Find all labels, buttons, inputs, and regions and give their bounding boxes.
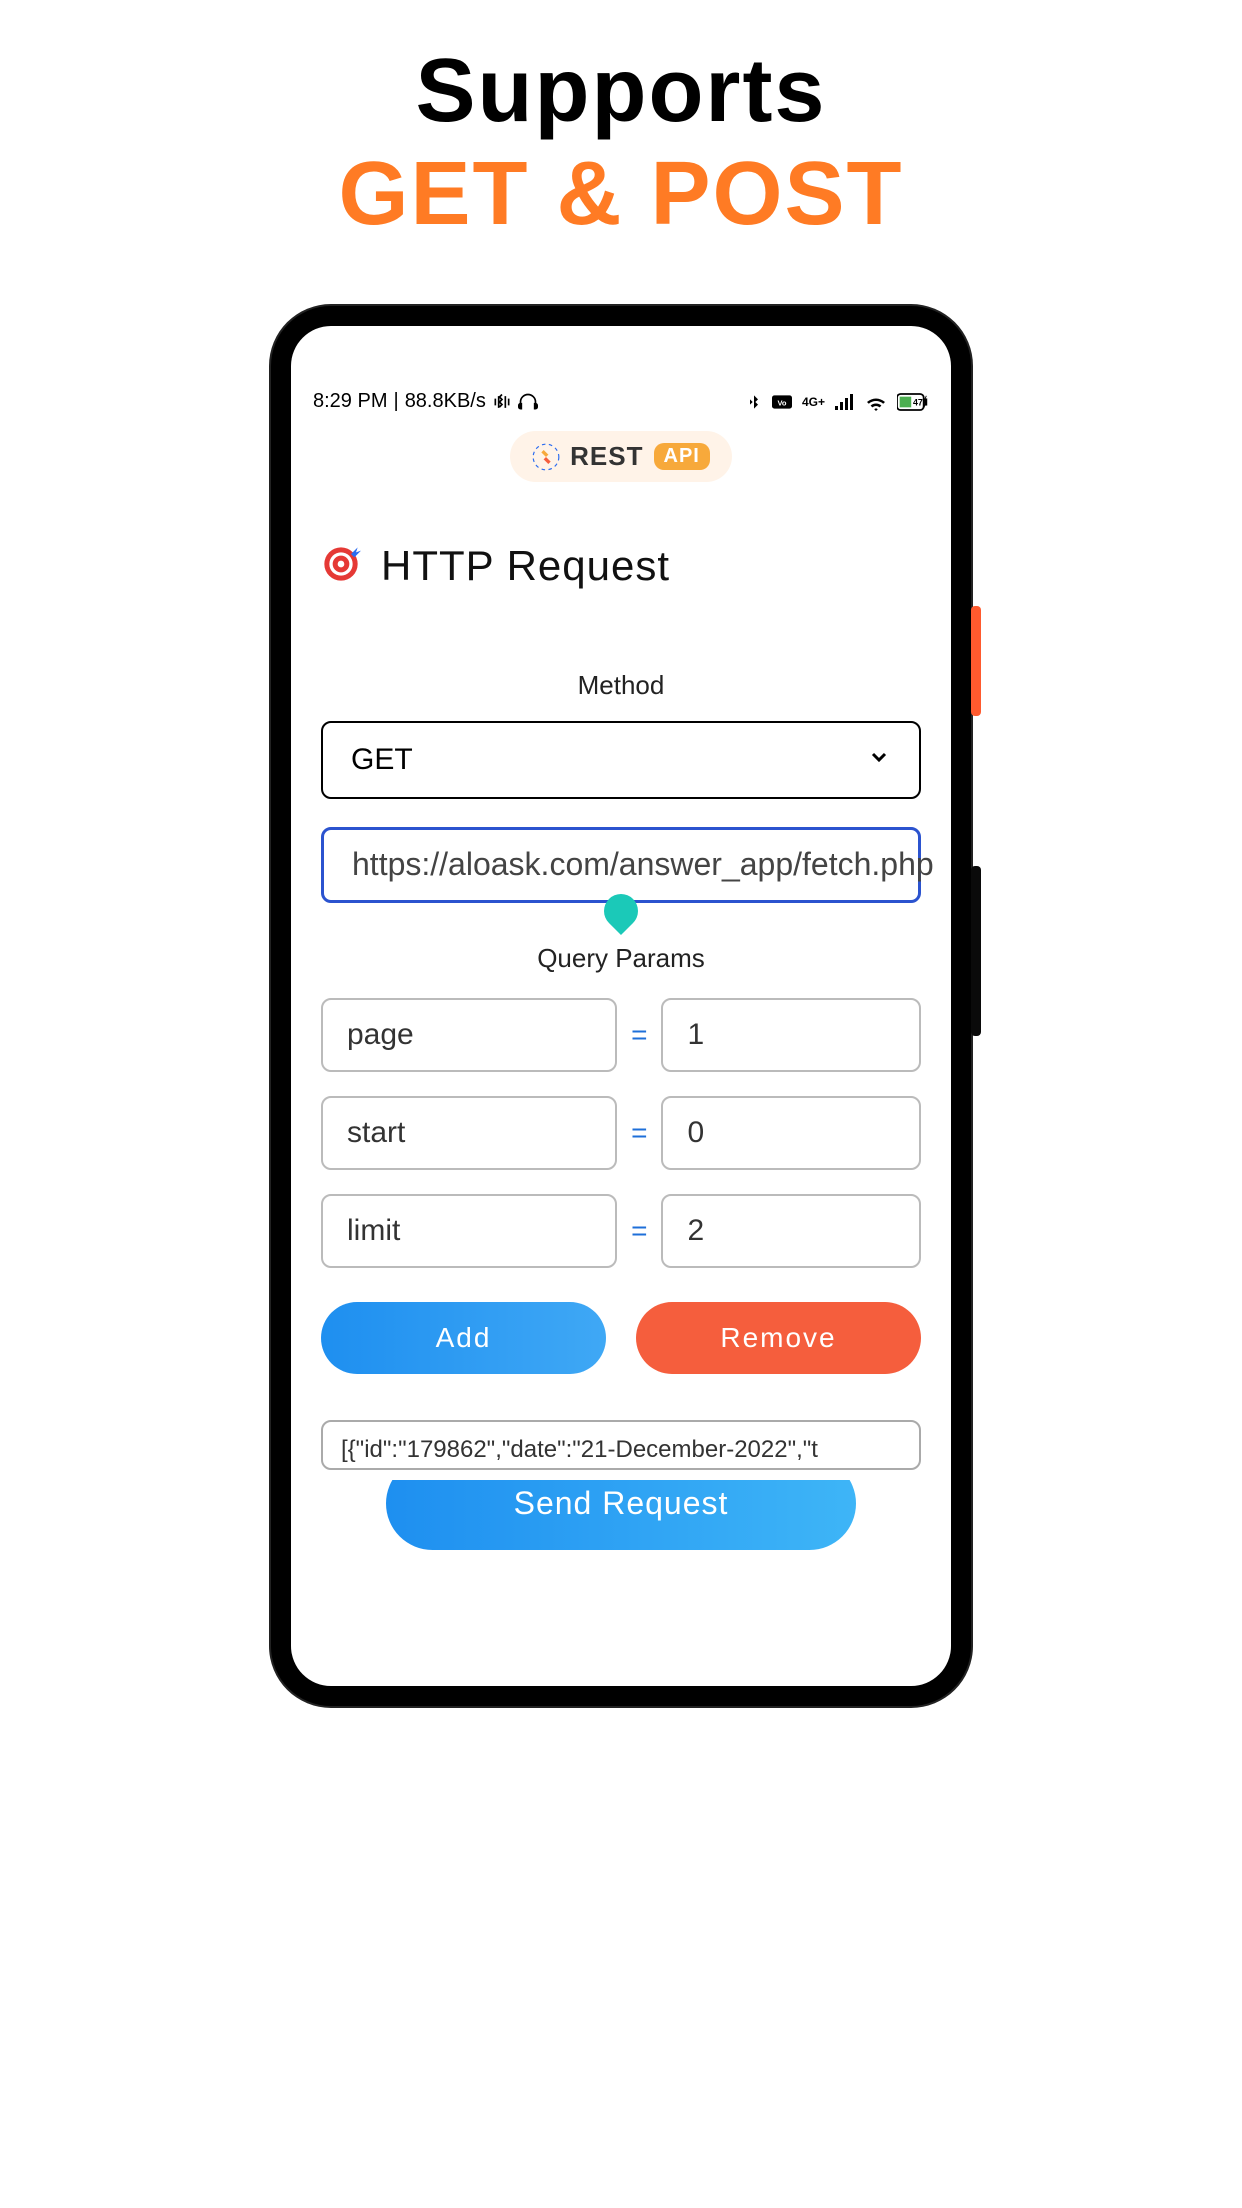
promo-heading: Supports GET & POST xyxy=(0,0,1242,266)
equals-sign: = xyxy=(631,1019,647,1051)
promo-line-1: Supports xyxy=(0,40,1242,143)
equals-sign: = xyxy=(631,1117,647,1149)
api-badge: API xyxy=(654,443,710,470)
status-bar-left: 8:29 PM | 88.8KB/s xyxy=(313,390,538,413)
url-value: https://aloask.com/answer_app/fetch.php xyxy=(352,846,934,882)
app-content: HTTP Request Method GET https://aloask.c… xyxy=(291,482,951,1686)
app-brand-chip: REST API xyxy=(510,431,732,482)
add-param-button[interactable]: Add xyxy=(321,1302,606,1374)
method-select[interactable]: GET xyxy=(321,721,921,799)
param-value-input[interactable]: 1 xyxy=(661,998,921,1072)
network-4g-icon: 4G+ xyxy=(802,395,825,409)
headphones-icon xyxy=(518,392,538,412)
param-row-0: page = 1 xyxy=(321,998,921,1072)
promo-line-2: GET & POST xyxy=(0,143,1242,246)
param-buttons-row: Add Remove xyxy=(321,1302,921,1374)
param-value-input[interactable]: 0 xyxy=(661,1096,921,1170)
vibrate-icon xyxy=(492,392,512,412)
param-key-input[interactable]: limit xyxy=(321,1194,617,1268)
battery-icon: 47 xyxy=(897,393,929,411)
send-request-button[interactable]: Send Request xyxy=(386,1480,856,1550)
svg-text:47: 47 xyxy=(913,397,923,407)
volte-icon: Vo xyxy=(772,394,792,410)
param-value-input[interactable]: 2 xyxy=(661,1194,921,1268)
page-title: HTTP Request xyxy=(381,542,670,590)
bluetooth-icon xyxy=(746,392,762,412)
equals-sign: = xyxy=(631,1215,647,1247)
phone-volume-button xyxy=(971,866,981,1036)
remove-param-button[interactable]: Remove xyxy=(636,1302,921,1374)
signal-icon xyxy=(835,394,855,410)
chevron-down-icon xyxy=(867,743,891,777)
status-separator: | xyxy=(393,390,398,413)
brand-text: REST xyxy=(570,441,643,472)
param-key-input[interactable]: start xyxy=(321,1096,617,1170)
target-icon xyxy=(321,544,361,589)
response-preview[interactable]: [{"id":"179862","date":"21-December-2022… xyxy=(321,1420,921,1470)
plug-icon xyxy=(532,443,560,471)
status-bar: 8:29 PM | 88.8KB/s Vo 4G+ xyxy=(291,376,951,421)
wifi-icon xyxy=(865,393,887,411)
param-row-2: limit = 2 xyxy=(321,1194,921,1268)
url-input[interactable]: https://aloask.com/answer_app/fetch.php xyxy=(321,827,921,903)
phone-frame: 8:29 PM | 88.8KB/s Vo 4G+ xyxy=(271,306,971,1706)
status-time: 8:29 PM xyxy=(313,390,387,413)
phone-screen: 8:29 PM | 88.8KB/s Vo 4G+ xyxy=(291,326,951,1686)
svg-text:Vo: Vo xyxy=(777,398,786,407)
method-label: Method xyxy=(321,670,921,701)
phone-power-button xyxy=(971,606,981,716)
page-title-row: HTTP Request xyxy=(321,542,921,590)
query-params-label: Query Params xyxy=(321,943,921,974)
param-key-input[interactable]: page xyxy=(321,998,617,1072)
param-row-1: start = 0 xyxy=(321,1096,921,1170)
status-speed: 88.8KB/s xyxy=(405,390,486,413)
text-cursor-handle[interactable] xyxy=(597,887,645,935)
status-bar-right: Vo 4G+ 47 xyxy=(746,392,929,412)
method-selected-value: GET xyxy=(351,743,413,777)
